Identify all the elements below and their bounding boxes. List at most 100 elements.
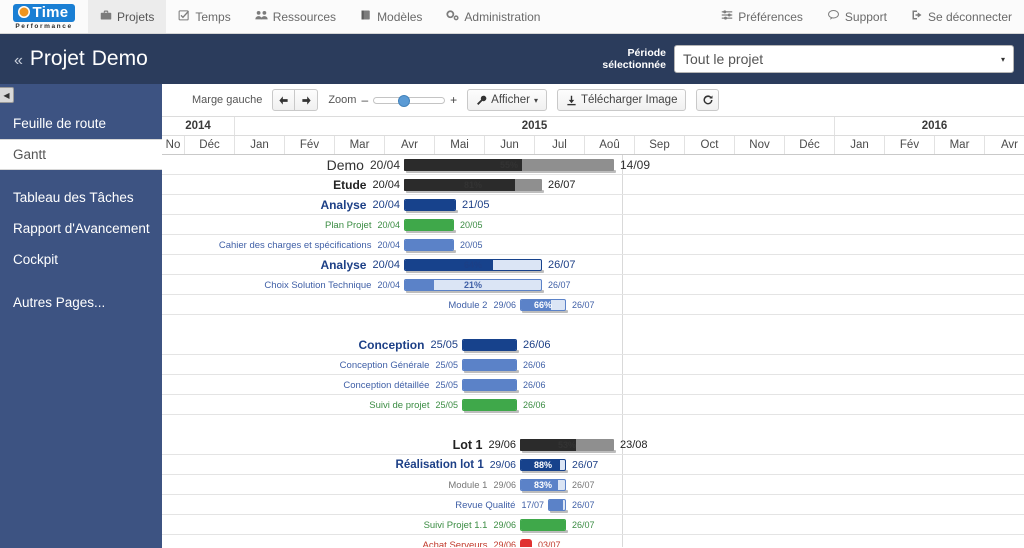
gantt-bar-percent: 81%	[463, 180, 482, 190]
task-start-date: 20/04	[377, 240, 400, 250]
gantt-row[interactable]: Conception 25/05 26/06	[162, 335, 1024, 355]
period-selector-group: Période sélectionnée Tout le projet ▾	[602, 45, 1014, 73]
gantt-row[interactable]: Revue Qualité 17/07 26/07	[162, 495, 1024, 515]
gantt-row[interactable]: Réalisation lot 1 29/06 88% 26/07	[162, 455, 1024, 475]
gantt-row[interactable]: Etude 20/04 81% 26/07	[162, 175, 1024, 195]
task-name: Conception	[358, 338, 425, 352]
gantt-bar[interactable]: 21%	[404, 279, 542, 291]
gantt-bar[interactable]: 83%	[520, 479, 566, 491]
zoom-slider[interactable]	[373, 94, 446, 107]
gantt-bar[interactable]	[462, 359, 517, 371]
nav-item-se-d-connecter[interactable]: Se déconnecter	[899, 0, 1024, 33]
task-end-date: 21/05	[462, 199, 490, 211]
sidebar-item-feuille-de-route[interactable]: Feuille de route	[0, 108, 162, 139]
nav-item-ressources[interactable]: Ressources	[243, 0, 348, 33]
download-label: Télécharger Image	[580, 94, 678, 106]
timeline-months: No Déc Jan Fév Mar Avr Mai Jun Jul Aoû Sep Oct Nov Dé…	[162, 136, 1024, 155]
task-name: Analyse	[320, 198, 367, 212]
gantt-bar-percent: 64%	[463, 260, 482, 270]
gantt-bar[interactable]	[404, 199, 456, 211]
gantt-row-label: Module 1 29/06	[448, 475, 516, 495]
milestone-marker[interactable]	[520, 539, 532, 547]
task-name: Module 1	[448, 479, 488, 491]
gantt-bar[interactable]	[548, 499, 566, 511]
refresh-button[interactable]	[696, 89, 720, 111]
margin-arrow-group	[272, 89, 319, 111]
gantt-row[interactable]: Module 1 29/06 83% 26/07	[162, 475, 1024, 495]
timeline-month: Sep	[635, 136, 685, 154]
task-start-date: 17/07	[521, 500, 544, 510]
gantt-bar[interactable]: 64%	[404, 259, 542, 271]
nav-item-pr-f-rences[interactable]: Préférences	[709, 0, 815, 33]
sidebar-collapse-button[interactable]: ◀	[0, 87, 14, 103]
page-title: « Projet Demo	[14, 47, 148, 71]
gantt-row-label: Analyse 20/04	[320, 195, 400, 215]
margin-left-button[interactable]	[272, 89, 296, 111]
zoom-in-button[interactable]: +	[450, 93, 457, 107]
gantt-row[interactable]: Demo 20/04 55% 14/09	[162, 155, 1024, 175]
timeline-years: 2014 2015 2016	[162, 117, 1024, 136]
sidebar-item-autres-pages[interactable]: Autres Pages...	[0, 287, 162, 318]
download-image-button[interactable]: Télécharger Image	[556, 89, 687, 111]
gantt-bar[interactable]	[404, 239, 454, 251]
afficher-button[interactable]: Afficher ▾	[467, 89, 547, 111]
nav-item-administration[interactable]: Administration	[434, 0, 552, 33]
download-icon	[567, 95, 576, 105]
gantt-row[interactable]: Choix Solution Technique 20/04 21% 26/07	[162, 275, 1024, 295]
sidebar-item-label: Rapport d'Avancement	[13, 221, 150, 236]
gantt-bar[interactable]: 66%	[520, 299, 566, 311]
zoom-out-button[interactable]: –	[361, 93, 368, 107]
sidebar-item-label: Autres Pages...	[13, 295, 106, 310]
gantt-row[interactable]: Achat Serveurs 29/06 03/07	[162, 535, 1024, 547]
task-name: Module 2	[448, 299, 488, 311]
nav-item-temps[interactable]: Temps	[166, 0, 242, 33]
period-select[interactable]: Tout le projet ▾	[674, 45, 1014, 73]
gantt-bar[interactable]	[520, 519, 566, 531]
gantt-bar[interactable]: 88%	[520, 459, 566, 471]
gantt-bar[interactable]: 81%	[404, 179, 542, 191]
gantt-row[interactable]: Conception Générale 25/05 26/06	[162, 355, 1024, 375]
nav-item-mod-les[interactable]: Modèles	[348, 0, 434, 33]
gantt-row[interactable]: Suivi Projet 1.1 29/06 26/07	[162, 515, 1024, 535]
nav-item-label: Ressources	[272, 9, 337, 24]
gantt-bar[interactable]	[462, 379, 517, 391]
gantt-bar[interactable]	[462, 399, 517, 411]
task-name: Conception détaillée	[343, 379, 430, 391]
gantt-row[interactable]: Analyse 20/04 64% 26/07	[162, 255, 1024, 275]
comment-icon	[827, 9, 840, 24]
sidebar-item-gantt[interactable]: Gantt	[0, 139, 162, 170]
timeline-year: 2016	[835, 117, 1024, 135]
task-name: Achat Serveurs	[422, 539, 488, 548]
brand-logo[interactable]: Time Performance	[0, 0, 88, 33]
task-end-date: 26/07	[548, 259, 576, 271]
gantt-row[interactable]: Lot 1 29/06 53% 23/08	[162, 435, 1024, 455]
nav-item-support[interactable]: Support	[815, 0, 899, 33]
zoom-slider-handle[interactable]	[398, 94, 411, 107]
gantt-bar[interactable]: 55%	[404, 159, 614, 171]
back-chevron-icon[interactable]: «	[14, 52, 23, 70]
gantt-row[interactable]: Cahier des charges et spécifications 20/0…	[162, 235, 1024, 255]
task-end-date: 14/09	[620, 158, 651, 172]
gantt-row[interactable]: Plan Projet 20/04 20/05	[162, 215, 1024, 235]
gantt-bar[interactable]	[404, 219, 454, 231]
gantt-row[interactable]: Conception détaillée 25/05 26/06	[162, 375, 1024, 395]
gantt-row[interactable]: Suivi de projet 25/05 26/06	[162, 395, 1024, 415]
gantt-row[interactable]: Analyse 20/04 21/05	[162, 195, 1024, 215]
brand-name: Time	[32, 3, 69, 21]
sidebar-item-rapport-d-avancement[interactable]: Rapport d'Avancement	[0, 213, 162, 244]
period-label: Période sélectionnée	[602, 47, 666, 71]
gantt-row[interactable]: Module 2 29/06 66% 26/07	[162, 295, 1024, 315]
nav-item-projets[interactable]: Projets	[88, 0, 167, 33]
gantt-bar-progress	[405, 200, 455, 210]
sidebar-item-tableau-des-t-ches[interactable]: Tableau des Tâches	[0, 182, 162, 213]
gantt-bar[interactable]: 53%	[520, 439, 614, 451]
chevron-down-icon: ▾	[533, 95, 538, 105]
margin-right-button[interactable]	[295, 89, 319, 111]
zoom-label: Zoom	[328, 94, 357, 106]
sidebar-item-cockpit[interactable]: Cockpit	[0, 244, 162, 275]
gantt-bar[interactable]	[462, 339, 517, 351]
task-name: Conception Générale	[339, 359, 430, 371]
gantt-row-label: Suivi de projet 25/05	[369, 395, 458, 415]
book-icon	[360, 9, 372, 24]
timeline-month: Déc	[185, 136, 235, 154]
